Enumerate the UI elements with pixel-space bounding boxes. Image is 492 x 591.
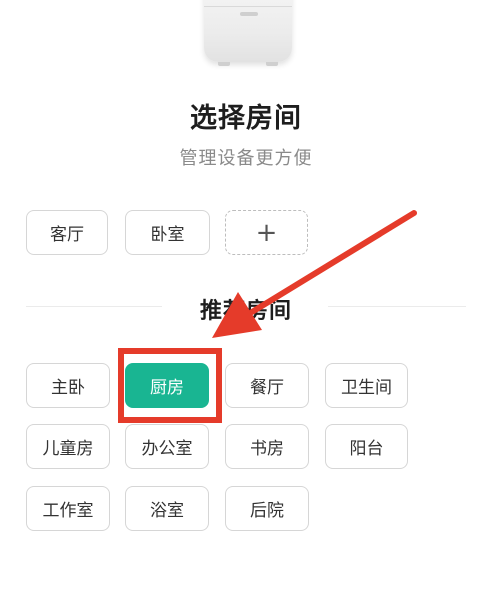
page-subtitle: 管理设备更方便: [179, 148, 313, 169]
room-chip-bathroom[interactable]: 卫生间: [325, 363, 408, 408]
room-chip-bedroom[interactable]: 卧室: [125, 210, 210, 255]
room-chip-study[interactable]: 书房: [225, 424, 309, 469]
smart-device-icon: [204, 0, 292, 66]
section-title-recommended: 推荐房间: [199, 299, 292, 324]
device-foot-right: [266, 62, 278, 66]
room-chip-living-room[interactable]: 客厅: [26, 210, 108, 255]
room-chip-bath[interactable]: 浴室: [125, 486, 209, 531]
room-chip-balcony[interactable]: 阳台: [325, 424, 408, 469]
room-chip-kitchen[interactable]: 厨房: [125, 363, 209, 408]
page-title: 选择房间: [190, 103, 302, 134]
room-chip-master-bedroom[interactable]: 主卧: [26, 363, 110, 408]
add-room-button[interactable]: +: [225, 210, 308, 255]
room-chip-backyard[interactable]: 后院: [225, 486, 309, 531]
room-chip-dining-room[interactable]: 餐厅: [225, 363, 309, 408]
device-foot-left: [218, 62, 230, 66]
room-chip-studio[interactable]: 工作室: [26, 486, 110, 531]
device-seam: [204, 6, 292, 7]
room-chip-office[interactable]: 办公室: [125, 424, 209, 469]
room-chip-kids-room[interactable]: 儿童房: [26, 424, 110, 469]
device-slot: [240, 12, 258, 16]
